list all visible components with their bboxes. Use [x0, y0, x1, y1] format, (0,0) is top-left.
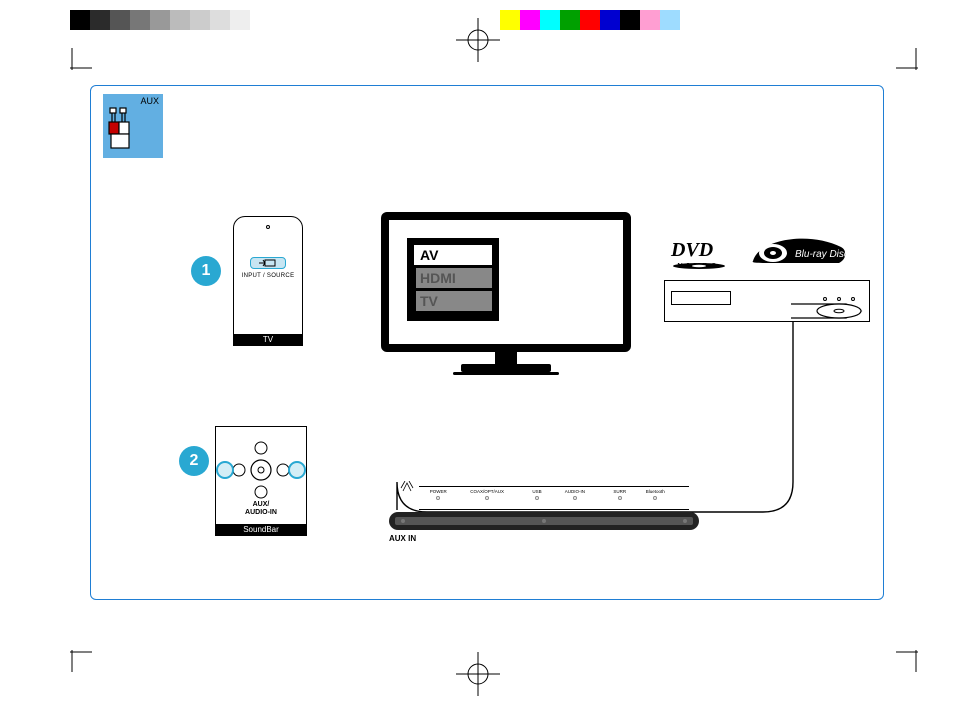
tv-remote-label: TV	[233, 334, 303, 346]
crop-mark-tr	[896, 48, 936, 88]
tv-remote: INPUT / SOURCE TV	[233, 216, 303, 346]
soundbar-remote: AUX/ AUDIO-IN SoundBar	[215, 426, 307, 536]
aux-in-label: AUX IN	[389, 534, 416, 543]
registration-cross-bottom	[456, 652, 500, 696]
aux-button-highlight-left	[216, 461, 234, 479]
crop-mark-bl	[52, 632, 92, 672]
soundbar-remote-btn-label: AUX/ AUDIO-IN	[216, 501, 306, 517]
crop-mark-tl	[52, 48, 92, 88]
ind-surr: SURR	[613, 489, 626, 494]
aux-button-highlight-right	[288, 461, 306, 479]
disc-tray-icon	[791, 300, 881, 318]
step-1-badge: 1	[191, 256, 221, 286]
tv-screen: AV HDMI TV	[381, 212, 631, 382]
bluray-text: Blu-ray Disc	[795, 249, 849, 260]
step-2-badge: 2	[179, 446, 209, 476]
input-source-label: INPUT / SOURCE	[234, 273, 302, 279]
dvd-video-logo: DVD VIDEO	[671, 239, 727, 270]
crop-mark-br	[896, 632, 936, 672]
ind-audioin: AUDIO-IN	[565, 489, 585, 494]
disc-logos: DVD VIDEO Blu-ray Disc	[671, 234, 871, 274]
ind-usb: USB	[532, 489, 541, 494]
tv-menu-item-tv: TV	[414, 291, 492, 311]
diagram-frame: AUX 1 INPUT / SOURCE TV 2	[90, 85, 884, 600]
soundbar-remote-label: SoundBar	[215, 524, 307, 536]
input-source-button-icon	[250, 257, 286, 269]
ind-coax: COAX/OPT/AUX	[470, 489, 504, 494]
dvd-logo-top: DVD	[671, 239, 713, 261]
registration-cross-top	[456, 18, 500, 62]
soundbar-bar-icon	[389, 512, 699, 530]
color-calibration-bar	[70, 10, 700, 30]
ind-power: POWER	[430, 489, 447, 494]
bluray-logo: Blu-ray Disc	[749, 235, 849, 274]
step-2-number: 2	[190, 452, 199, 470]
tv-source-menu: AV HDMI TV	[407, 238, 499, 321]
tv-menu-item-hdmi: HDMI	[414, 268, 492, 288]
ind-bt: Bluetooth	[646, 489, 665, 494]
soundbar-indicators: POWER COAX/OPT/AUX USB AUDIO-IN SURR Blu…	[419, 486, 689, 510]
tv-menu-item-av: AV	[414, 245, 492, 265]
step-1-number: 1	[202, 262, 211, 280]
aux-cable-icon: AUX	[103, 94, 163, 158]
